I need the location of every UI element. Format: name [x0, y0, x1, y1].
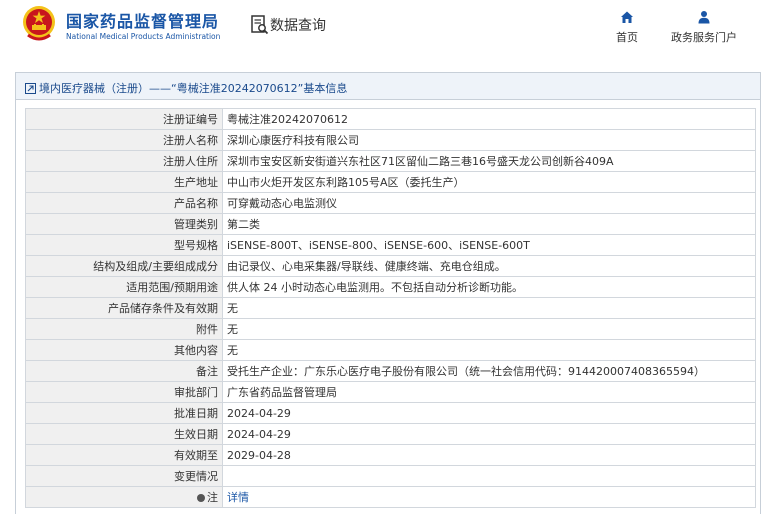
field-label: 注册人住所	[25, 150, 223, 172]
detail-link[interactable]: 详情	[227, 491, 249, 504]
table-row: 有效期至 2029-04-28	[25, 444, 756, 466]
arrow-square-icon	[25, 82, 36, 94]
field-value: 第二类	[222, 213, 756, 235]
breadcrumb: 境内医疗器械（注册）——“粤械注准20242070612”基本信息	[25, 80, 347, 96]
table-row: 生产地址 中山市火炬开发区东利路105号A区（委托生产）	[25, 171, 756, 193]
table-row: 备注 受托生产企业：广东乐心医疗电子股份有限公司（统一社会信用代码：9144200…	[25, 360, 756, 382]
panel-header: 境内医疗器械（注册）——“粤械注准20242070612”基本信息	[16, 73, 760, 100]
field-label: 变更情况	[25, 465, 223, 487]
field-label: 结构及组成/主要组成成分	[25, 255, 223, 277]
nav-home[interactable]: 首页	[610, 10, 644, 45]
brand-title-cn: 国家药品监督管理局	[66, 12, 220, 31]
table-row: 适用范围/预期用途 供人体 24 小时动态心电监测用。不包括自动分析诊断功能。	[25, 276, 756, 298]
field-value: 深圳市宝安区新安街道兴东社区71区留仙二路三巷16号盛天龙公司创新谷409A	[222, 150, 756, 172]
table-row: 结构及组成/主要组成成分 由记录仪、心电采集器/导联线、健康终端、充电仓组成。	[25, 255, 756, 277]
brand-title-en: National Medical Products Administration	[66, 32, 221, 41]
field-value: 深圳心康医疗科技有限公司	[222, 129, 756, 151]
note-label: 注	[207, 491, 218, 504]
field-label: 有效期至	[25, 444, 223, 466]
field-value: 无	[222, 339, 756, 361]
field-label: 注册证编号	[25, 108, 223, 130]
table-row: 型号规格 iSENSE-800T、iSENSE-800、iSENSE-600、iS…	[25, 234, 756, 256]
table-row: 注册人名称 深圳心康医疗科技有限公司	[25, 129, 756, 151]
detail-panel: 境内医疗器械（注册）——“粤械注准20242070612”基本信息 注册证编号粤…	[15, 72, 761, 514]
field-value: 可穿戴动态心电监测仪	[222, 192, 756, 214]
field-label: 适用范围/预期用途	[25, 276, 223, 298]
table-row: 审批部门 广东省药品监督管理局	[25, 381, 756, 403]
nav-home-label: 首页	[616, 31, 638, 44]
table-row: 注册证编号 粤械注准20242070612	[25, 108, 756, 130]
field-value: 供人体 24 小时动态心电监测用。不包括自动分析诊断功能。	[222, 276, 756, 298]
field-label: 生效日期	[25, 423, 223, 445]
table-row: 附件无	[25, 318, 756, 340]
table-row: 变更情况	[25, 465, 756, 487]
note-label-cell: 注	[25, 486, 223, 508]
field-label: 注册人名称	[25, 129, 223, 151]
info-dot-icon	[197, 494, 205, 502]
nav-government-service[interactable]: 政务服务门户	[664, 10, 744, 45]
field-label: 附件	[25, 318, 223, 340]
table-row: 其他内容无	[25, 339, 756, 361]
table-row: 生效日期 2024-04-29	[25, 423, 756, 445]
field-label: 管理类别	[25, 213, 223, 235]
info-table-wrap: 注册证编号 粤械注准20242070612 注册人名称 深圳心康医疗科技有限公司 注册人…	[25, 108, 756, 508]
field-label: 审批部门	[25, 381, 223, 403]
site-header: 国家药品监督管理局 National Medical Products Admi…	[0, 0, 763, 58]
field-value: 由记录仪、心电采集器/导联线、健康终端、充电仓组成。	[222, 255, 756, 277]
data-query-link[interactable]: 数据查询	[270, 15, 326, 35]
field-value: iSENSE-800T、iSENSE-800、iSENSE-600、iSENSE…	[222, 234, 756, 256]
user-icon	[698, 11, 710, 24]
field-label: 备注	[25, 360, 223, 382]
table-row: 批准日期 2024-04-29	[25, 402, 756, 424]
field-value: 2024-04-29	[222, 402, 756, 424]
breadcrumb-text: 境内医疗器械（注册）——“粤械注准20242070612”基本信息	[39, 82, 348, 95]
national-emblem-icon	[23, 6, 55, 41]
field-value: 受托生产企业：广东乐心医疗电子股份有限公司（统一社会信用代码：914420007…	[222, 360, 756, 382]
field-label: 其他内容	[25, 339, 223, 361]
field-value: 中山市火炬开发区东利路105号A区（委托生产）	[222, 171, 756, 193]
field-value: 无	[222, 297, 756, 319]
note-value-cell: 详情	[222, 486, 756, 508]
home-icon	[621, 11, 633, 23]
field-value: 广东省药品监督管理局	[222, 381, 756, 403]
field-value: 粤械注准20242070612	[222, 108, 756, 130]
data-query-icon[interactable]	[251, 15, 269, 35]
table-row: 注册人住所 深圳市宝安区新安街道兴东社区71区留仙二路三巷16号盛天龙公司创新谷4…	[25, 150, 756, 172]
info-table: 注册证编号 粤械注准20242070612 注册人名称 深圳心康医疗科技有限公司 注册人…	[25, 108, 756, 508]
field-label: 批准日期	[25, 402, 223, 424]
field-value: 2024-04-29	[222, 423, 756, 445]
table-row: 管理类别 第二类	[25, 213, 756, 235]
field-value: 无	[222, 318, 756, 340]
field-value: 2029-04-28	[222, 444, 756, 466]
field-value	[222, 465, 756, 487]
field-label: 型号规格	[25, 234, 223, 256]
note-row: 注 详情	[25, 486, 756, 508]
table-row: 产品名称 可穿戴动态心电监测仪	[25, 192, 756, 214]
table-row: 产品储存条件及有效期无	[25, 297, 756, 319]
nav-government-service-label: 政务服务门户	[671, 31, 737, 44]
field-label: 产品名称	[25, 192, 223, 214]
field-label: 生产地址	[25, 171, 223, 193]
field-label: 产品储存条件及有效期	[25, 297, 223, 319]
